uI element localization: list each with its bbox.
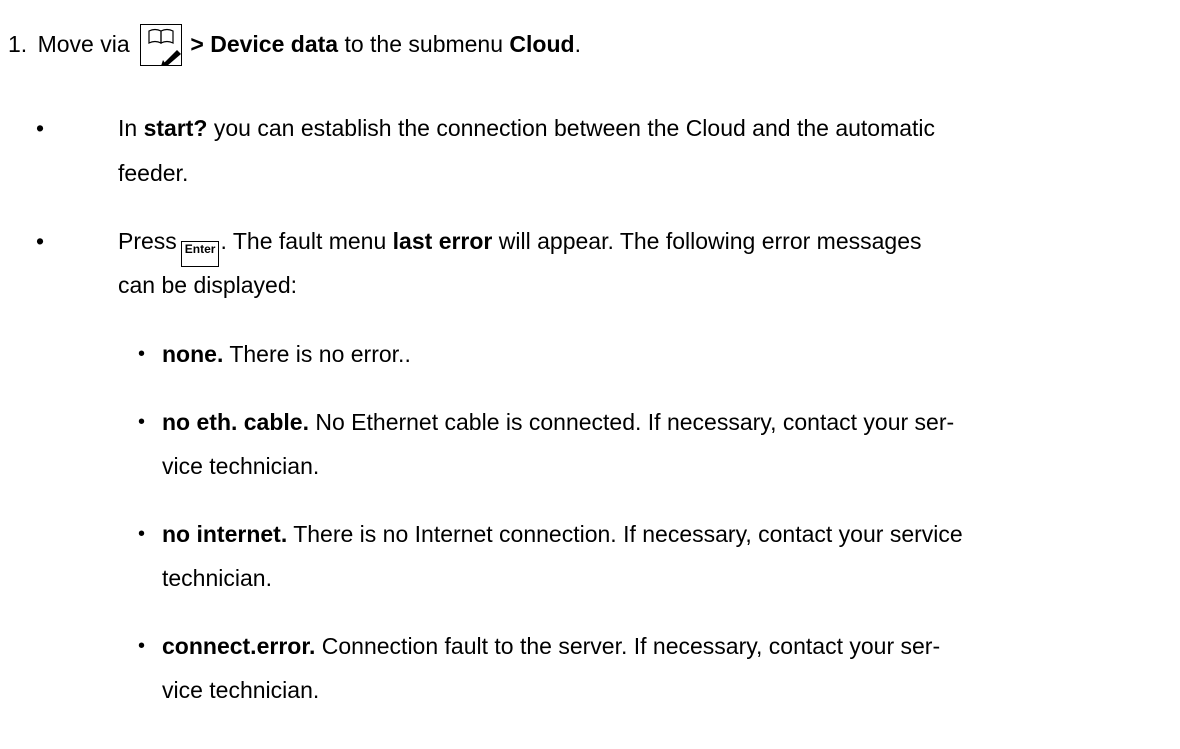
error-term: none. bbox=[162, 341, 224, 367]
error-desc-line2: vice technician. bbox=[162, 677, 320, 703]
bullet-marker: • bbox=[36, 115, 45, 141]
start-option: start? bbox=[143, 115, 208, 141]
step-text: Move via bbox=[37, 31, 130, 57]
bullet2-text: Press bbox=[118, 228, 177, 254]
step-number: 1. bbox=[8, 31, 28, 57]
error-bullet: • bbox=[138, 411, 146, 433]
error-item-no-eth-cable: no eth. cable. No Ethernet cable is conn… bbox=[162, 407, 954, 437]
bullet1-line1: In start? you can establish the connecti… bbox=[118, 113, 935, 143]
bullet1-text: In bbox=[118, 115, 144, 141]
error-item-no-internet: no internet. There is no Internet connec… bbox=[162, 519, 963, 549]
cloud-submenu: Cloud bbox=[509, 31, 575, 57]
error-desc: There is no error.. bbox=[223, 341, 411, 367]
step-period: . bbox=[574, 31, 581, 57]
bullet2-line2: can be displayed: bbox=[118, 272, 298, 298]
bullet2-text-2: . The fault menu bbox=[220, 228, 393, 254]
enter-key-icon[interactable]: Enter bbox=[180, 241, 220, 267]
error-bullet: • bbox=[138, 635, 146, 657]
error-item-none: none. There is no error.. bbox=[162, 339, 411, 369]
last-error-menu: last error bbox=[392, 228, 493, 254]
step-line: 1. Move via > Device data to the submenu… bbox=[8, 24, 581, 66]
bullet2-text-3: will appear. The following error message… bbox=[492, 228, 922, 254]
device-data-menu: > Device data bbox=[190, 31, 339, 57]
bullet1-text-2: you can establish the connection between… bbox=[207, 115, 936, 141]
bullet-marker: • bbox=[36, 228, 45, 254]
step-text-2: to the submenu bbox=[338, 31, 510, 57]
error-term: no internet. bbox=[162, 521, 288, 547]
error-desc: There is no Internet connection. If nece… bbox=[287, 521, 963, 547]
bullet2-line1: Press Enter. The fault menu last error wi… bbox=[118, 226, 922, 267]
error-item-connect-error: connect.error. Connection fault to the s… bbox=[162, 631, 940, 661]
error-term: connect.error. bbox=[162, 633, 316, 659]
manual-book-icon[interactable] bbox=[140, 24, 183, 66]
error-bullet: • bbox=[138, 343, 146, 365]
error-bullet: • bbox=[138, 523, 146, 545]
error-desc-line2: vice technician. bbox=[162, 453, 320, 479]
error-desc: Connection fault to the server. If neces… bbox=[315, 633, 941, 659]
bullet1-line2: feeder. bbox=[118, 160, 189, 186]
error-desc: No Ethernet cable is connected. If neces… bbox=[308, 409, 955, 435]
error-desc-line2: technician. bbox=[162, 565, 272, 591]
error-term: no eth. cable. bbox=[162, 409, 309, 435]
